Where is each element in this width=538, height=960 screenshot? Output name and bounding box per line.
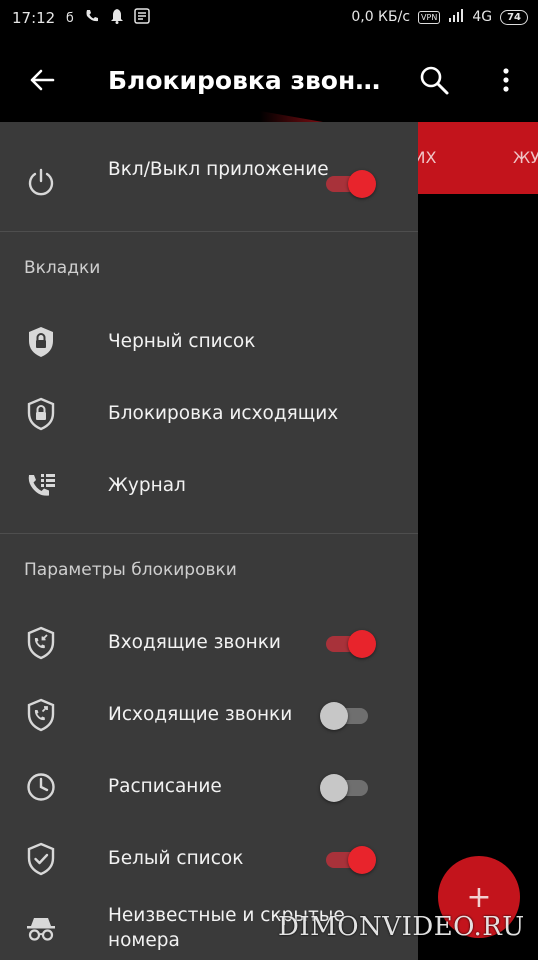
divider — [0, 533, 418, 534]
shield-incoming-call-icon — [24, 626, 58, 660]
wifi-calling-icon — [84, 8, 100, 28]
drawer-item-label: Журнал — [108, 475, 186, 496]
network-type: 4G — [472, 9, 493, 25]
shield-lock-icon — [24, 397, 58, 431]
app-toggle-label: Вкл/Выкл приложение — [108, 159, 329, 180]
schedule-toggle[interactable] — [320, 770, 378, 804]
drawer-item-label: Исходящие звонки — [108, 704, 293, 725]
drawer-item-incoming-calls[interactable]: Входящие звонки — [0, 607, 418, 679]
incognito-icon — [24, 912, 58, 946]
bell-icon — [110, 8, 124, 28]
shield-check-icon — [24, 842, 58, 876]
call-log-icon — [24, 469, 58, 503]
app-bar: Блокировка звон… — [0, 36, 538, 122]
outgoing-calls-toggle[interactable] — [320, 698, 378, 732]
drawer-item-log[interactable]: Журнал — [0, 450, 418, 522]
drawer-item-schedule[interactable]: Расписание — [0, 751, 418, 823]
tab-log[interactable]: ЖУ — [513, 148, 538, 167]
drawer-item-blacklist[interactable]: Черный список — [0, 306, 418, 378]
drawer-item-label: Входящие звонки — [108, 632, 281, 653]
app-toggle-switch[interactable] — [320, 166, 378, 200]
more-options-button[interactable] — [486, 60, 526, 100]
power-icon — [24, 165, 58, 199]
signal-icon — [448, 8, 464, 26]
drawer-item-label: Белый список — [108, 848, 244, 869]
status-time: 17:12 — [12, 9, 56, 27]
drawer-item-outgoing-block[interactable]: Блокировка исходящих — [0, 378, 418, 450]
status-bar: 17:12 ϭ 0,0 КБ/с VPN 4G 74 — [0, 0, 538, 36]
drawer-item-label: Расписание — [108, 776, 222, 797]
drawer-item-label: Блокировка исходящих — [108, 403, 339, 424]
arrow-left-icon — [30, 69, 55, 91]
watermark: DIMONVIDEO.RU — [278, 912, 525, 942]
page-title: Блокировка звон… — [108, 66, 381, 95]
search-icon — [420, 66, 449, 95]
clock-icon — [24, 770, 58, 804]
navigation-drawer: Вкл/Выкл приложение Вкладки Черный списо… — [0, 122, 418, 960]
params-section-title: Параметры блокировки — [24, 560, 237, 580]
tabs-section-title: Вкладки — [24, 258, 101, 278]
drawer-item-label: Черный список — [108, 331, 256, 352]
network-speed: 0,0 КБ/с — [351, 9, 411, 25]
drawer-item-whitelist[interactable]: Белый список — [0, 823, 418, 895]
back-button[interactable] — [22, 60, 62, 100]
more-vert-icon — [503, 68, 509, 92]
whitelist-toggle[interactable] — [320, 842, 378, 876]
plus-icon: + — [466, 879, 492, 915]
app-notification-icon — [134, 8, 150, 28]
drawer-item-outgoing-calls[interactable]: Исходящие звонки — [0, 679, 418, 751]
shield-lock-icon — [24, 325, 58, 359]
battery-icon: 74 — [500, 9, 528, 25]
notification-b-icon: ϭ — [66, 10, 74, 26]
incoming-calls-toggle[interactable] — [320, 626, 378, 660]
vpn-badge: VPN — [418, 10, 441, 24]
shield-outgoing-call-icon — [24, 698, 58, 732]
search-button[interactable] — [414, 60, 454, 100]
app-toggle-row[interactable]: Вкл/Выкл приложение — [0, 146, 418, 218]
divider — [0, 231, 418, 232]
